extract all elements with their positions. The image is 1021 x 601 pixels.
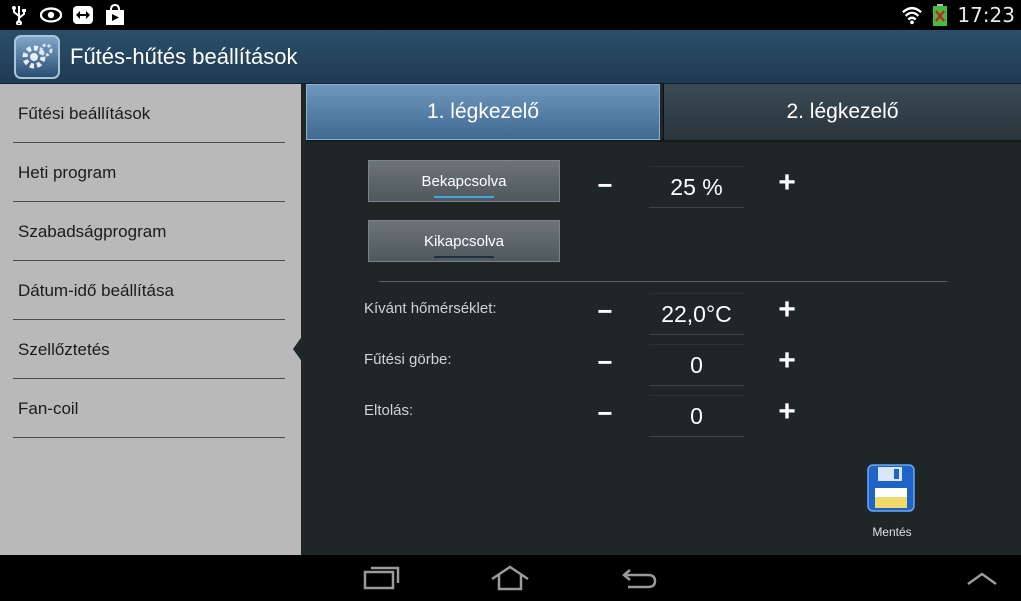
home-icon[interactable] [488, 563, 532, 593]
eye-icon [40, 4, 62, 26]
app-title: Fűtés-hűtés beállítások [70, 44, 298, 69]
sidebar-item-label: Fan-coil [18, 399, 79, 418]
desired-temperature-label: Kívánt hőmérséklet: [364, 300, 497, 317]
sidebar-item-label: Szabadságprogram [18, 222, 167, 241]
sidebar-item-label: Dátum-idő beállítása [18, 281, 174, 300]
sidebar-item-date-time[interactable]: Dátum-idő beállítása [13, 261, 285, 320]
offset-decrease-button[interactable]: − [592, 398, 618, 428]
main-panel: 1. légkezelő 2. légkezelő Bekapcsolva Ki… [301, 84, 1021, 555]
sidebar-item-holiday-program[interactable]: Szabadságprogram [13, 202, 285, 261]
usb-icon [8, 4, 30, 26]
system-icons: 17:23 [901, 3, 1015, 27]
chevron-up-icon[interactable] [960, 563, 1004, 593]
clock: 17:23 [957, 3, 1015, 27]
inactive-indicator [434, 256, 494, 258]
wifi-icon [901, 4, 923, 26]
power-on-label: Bekapcsolva [421, 172, 507, 190]
active-indicator [434, 196, 494, 198]
heating-curve-decrease-button[interactable]: − [592, 347, 618, 377]
fan-speed-decrease-button[interactable]: − [592, 170, 618, 200]
battery-icon [929, 4, 951, 26]
tab-divider [306, 140, 1021, 142]
offset-increase-button[interactable]: + [774, 395, 800, 428]
action-bar: Fűtés-hűtés beállítások [0, 30, 1021, 84]
temperature-decrease-button[interactable]: − [592, 296, 618, 326]
recent-apps-icon[interactable] [358, 563, 402, 593]
teamviewer-icon [72, 4, 94, 26]
power-off-button[interactable]: Kikapcsolva [368, 220, 560, 262]
sidebar-item-fan-coil[interactable]: Fan-coil [13, 379, 285, 438]
section-divider [379, 281, 947, 282]
fan-speed-increase-button[interactable]: + [774, 166, 800, 199]
offset-label: Eltolás: [364, 402, 414, 419]
temperature-value: 22,0°C [649, 293, 744, 335]
back-icon[interactable] [618, 563, 662, 593]
notification-icons [8, 4, 126, 26]
play-store-icon [104, 4, 126, 26]
heating-curve-increase-button[interactable]: + [774, 344, 800, 377]
sidebar-item-label: Heti program [18, 163, 117, 182]
status-bar: 17:23 [0, 0, 1021, 30]
power-on-button[interactable]: Bekapcsolva [368, 160, 560, 202]
temperature-increase-button[interactable]: + [774, 293, 800, 326]
sidebar-item-heating-settings[interactable]: Fűtési beállítások [13, 84, 285, 143]
tab-air-handler-1[interactable]: 1. légkezelő [306, 84, 660, 140]
save-icon[interactable] [867, 464, 915, 512]
sidebar-item-label: Szellőztetés [18, 340, 110, 359]
offset-value: 0 [649, 395, 744, 437]
heating-curve-label: Fűtési görbe: [364, 351, 452, 368]
sidebar-item-ventilation[interactable]: Szellőztetés [13, 320, 285, 379]
sidebar-item-label: Fűtési beállítások [18, 104, 151, 123]
fan-speed-value: 25 % [649, 166, 744, 208]
navigation-bar [0, 555, 1021, 601]
save-label: Mentés [872, 525, 912, 539]
power-off-label: Kikapcsolva [423, 232, 505, 250]
sidebar-item-weekly-program[interactable]: Heti program [13, 143, 285, 202]
gear-icon[interactable] [14, 35, 60, 79]
sidebar: Fűtési beállítások Heti program Szabadsá… [0, 84, 301, 555]
heating-curve-value: 0 [649, 344, 744, 386]
tab-label: 1. légkezelő [426, 100, 540, 123]
tab-label: 2. légkezelő [786, 100, 899, 123]
tab-air-handler-2[interactable]: 2. légkezelő [663, 84, 1021, 140]
